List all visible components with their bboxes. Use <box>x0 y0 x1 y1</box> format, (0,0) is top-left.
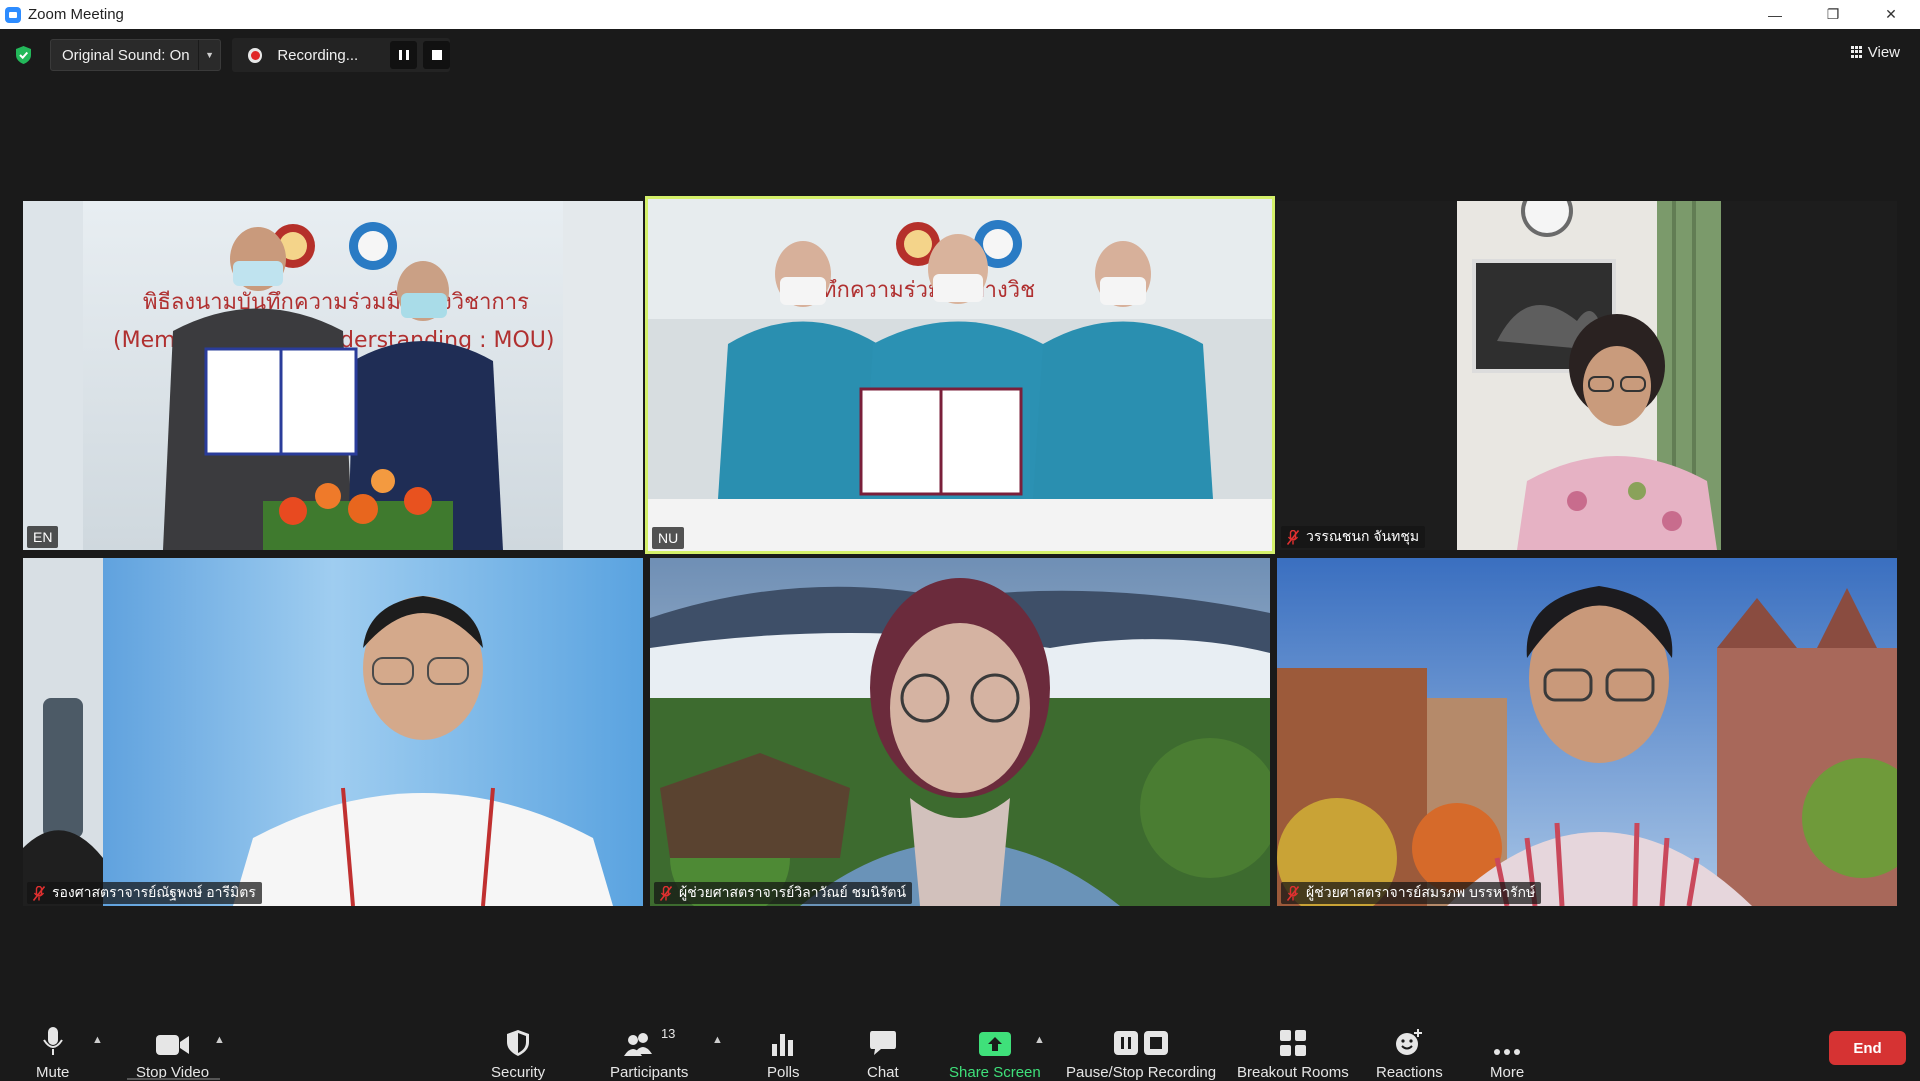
mic-muted-icon <box>1287 885 1299 901</box>
mic-muted-icon <box>660 885 672 901</box>
mute-label: Mute <box>36 1064 70 1081</box>
pause-stop-recording-label: Pause/Stop Recording <box>1066 1064 1217 1081</box>
zoom-app-icon <box>5 6 21 23</box>
more-label: More <box>1490 1064 1525 1081</box>
stop-video-button[interactable]: Stop Video <box>136 1026 209 1081</box>
video-feed <box>23 558 643 906</box>
encryption-shield-icon[interactable] <box>15 46 32 64</box>
end-meeting-button[interactable]: End <box>1829 1031 1906 1065</box>
video-tile-somraphop[interactable]: ผู้ช่วยศาสตราจารย์สมรภพ บรรหารักษ์ <box>1277 558 1897 906</box>
stop-icon <box>431 50 442 60</box>
breakout-rooms-label: Breakout Rooms <box>1237 1064 1349 1081</box>
recording-indicator: Recording... <box>232 38 451 72</box>
participant-name-tag: ผู้ช่วยศาสตราจารย์สมรภพ บรรหารักษ์ <box>1281 882 1542 904</box>
share-screen-icon <box>978 1032 1011 1056</box>
participant-name: NU <box>658 530 679 546</box>
participant-name-tag: รองศาสตราจารย์ณัฐพงษ์ อารีมิตร <box>27 882 262 904</box>
chat-icon <box>869 1031 896 1055</box>
polls-button[interactable]: Polls <box>767 1026 800 1081</box>
more-button[interactable]: More <box>1490 1026 1524 1081</box>
polls-label: Polls <box>767 1064 800 1081</box>
participant-name-tag: EN <box>27 526 59 548</box>
microphone-icon <box>42 1027 63 1055</box>
pause-stop-recording-icon <box>1114 1031 1169 1055</box>
grid-icon <box>1850 46 1863 58</box>
restore-button[interactable]: ❐ <box>1804 0 1862 29</box>
video-feed <box>1277 201 1897 550</box>
video-tile-natthaphong[interactable]: รองศาสตราจารย์ณัฐพงษ์ อารีมิตร <box>23 558 643 906</box>
participant-name: ผู้ช่วยศาสตราจารย์วิลาวัณย์ ชมนิรัตน์ <box>679 884 907 900</box>
participant-name-tag: NU <box>652 527 685 549</box>
video-feed: พิธีลงนามบันทึกความร่วมมือทางวิชาการ (Me… <box>23 201 643 550</box>
participant-name-tag: ผู้ช่วยศาสตราจารย์วิลาวัณย์ ชมนิรัตน์ <box>654 882 913 904</box>
video-options-chevron-icon[interactable]: ▲ <box>214 1034 225 1046</box>
video-tile-wilawan[interactable]: ผู้ช่วยศาสตราจารย์วิลาวัณย์ ชมนิรัตน์ <box>650 558 1270 906</box>
pause-recording-button[interactable] <box>390 41 418 69</box>
meeting-toolbar: Mute ▲ Stop Video ▲ Security 13 Particip… <box>0 1008 1920 1081</box>
mic-muted-icon <box>33 885 45 901</box>
recording-dot-icon <box>248 47 263 63</box>
participants-count: 13 <box>660 1026 676 1041</box>
security-shield-icon <box>507 1030 530 1056</box>
pause-icon <box>398 50 409 60</box>
participants-button[interactable]: 13 Participants <box>610 1026 688 1081</box>
more-dots-icon <box>1494 1049 1521 1055</box>
original-sound-label: Original Sound: On <box>62 46 190 64</box>
chevron-down-icon[interactable]: ▼ <box>198 40 220 70</box>
video-feed <box>650 558 1270 906</box>
share-screen-label: Share Screen <box>949 1064 1041 1081</box>
video-feed: บันทึกความร่วมมือทางวิช <box>648 199 1272 551</box>
minimize-button[interactable]: — <box>1746 0 1804 29</box>
participant-name: รองศาสตราจารย์ณัฐพงษ์ อารีมิตร <box>52 884 256 900</box>
view-button[interactable]: View <box>1850 40 1900 64</box>
participant-name: ผู้ช่วยศาสตราจารย์สมรภพ บรรหารักษ์ <box>1306 884 1536 900</box>
video-camera-icon <box>155 1035 189 1055</box>
share-options-chevron-icon[interactable]: ▲ <box>1034 1034 1045 1046</box>
audio-options-chevron-icon[interactable]: ▲ <box>92 1034 103 1046</box>
reactions-button[interactable]: Reactions <box>1376 1026 1443 1081</box>
video-feed <box>1277 558 1897 906</box>
close-button[interactable]: ✕ <box>1862 0 1920 29</box>
participant-name: EN <box>33 529 53 545</box>
participants-label: Participants <box>610 1064 689 1081</box>
participants-icon <box>623 1033 652 1056</box>
breakout-rooms-icon <box>1279 1030 1306 1056</box>
security-button[interactable]: Security <box>491 1026 545 1081</box>
window-controls: — ❐ ✕ <box>1746 0 1920 29</box>
video-tile-wannachanok[interactable]: วรรณชนก จันทชุม <box>1277 201 1897 550</box>
security-label: Security <box>491 1064 546 1081</box>
chat-button[interactable]: Chat <box>867 1026 899 1081</box>
share-screen-button[interactable]: Share Screen <box>949 1026 1041 1081</box>
participants-options-chevron-icon[interactable]: ▲ <box>712 1034 723 1046</box>
reactions-emoji-icon <box>1396 1029 1423 1055</box>
slide-title-text: พิธีลงนามบันทึกความร่วมมือทางวิชาการ <box>143 290 529 315</box>
mic-muted-icon <box>1287 529 1299 545</box>
recording-label: Recording... <box>277 46 359 64</box>
participant-name-tag: วรรณชนก จันทชุม <box>1281 526 1426 548</box>
video-tile-en[interactable]: พิธีลงนามบันทึกความร่วมมือทางวิชาการ (Me… <box>23 201 643 550</box>
mute-button[interactable]: Mute <box>36 1026 69 1081</box>
participant-name: วรรณชนก จันทชุม <box>1306 528 1420 544</box>
pause-stop-recording-button[interactable]: Pause/Stop Recording <box>1066 1026 1216 1081</box>
video-tile-nu[interactable]: บันทึกความร่วมมือทางวิช NU <box>648 199 1272 551</box>
original-sound-button[interactable]: Original Sound: On ▼ <box>50 39 221 71</box>
window-title-bar: Zoom Meeting — ❐ ✕ <box>0 0 1920 29</box>
reactions-label: Reactions <box>1376 1064 1443 1081</box>
chat-label: Chat <box>867 1064 899 1081</box>
polls-icon <box>772 1034 794 1056</box>
breakout-rooms-button[interactable]: Breakout Rooms <box>1237 1026 1349 1081</box>
window-title: Zoom Meeting <box>28 6 124 23</box>
view-label: View <box>1867 43 1900 61</box>
stop-recording-button[interactable] <box>423 41 451 69</box>
